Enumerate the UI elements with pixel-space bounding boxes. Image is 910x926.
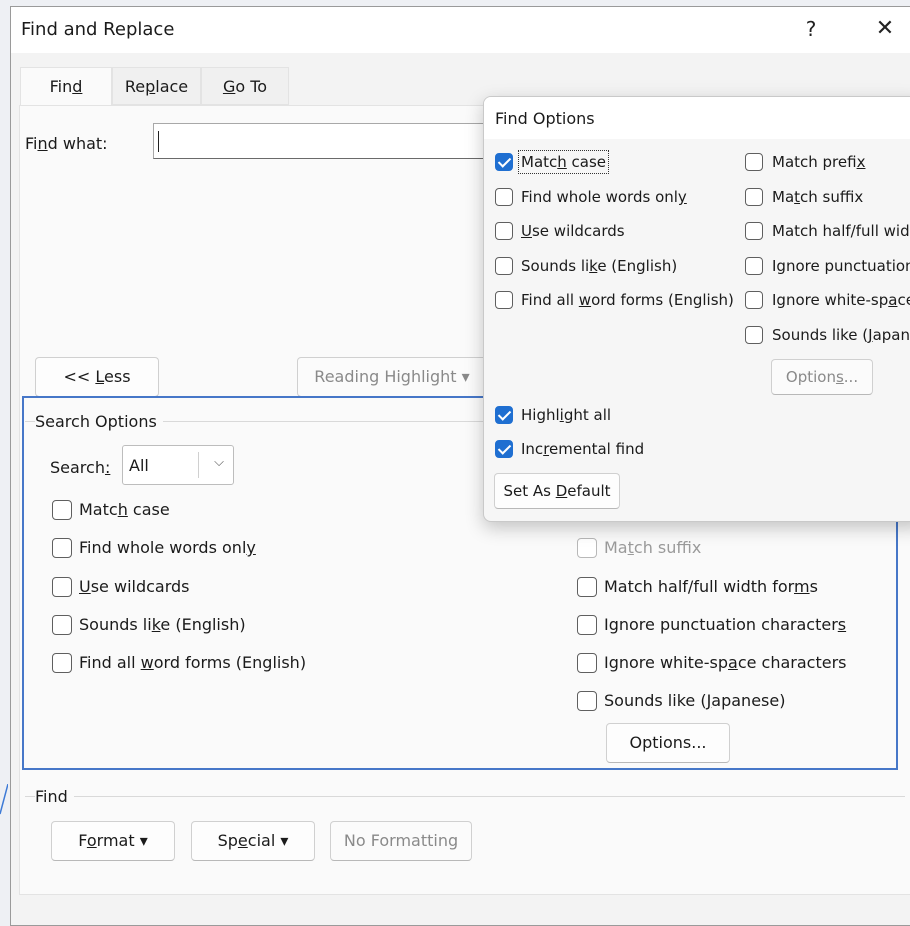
tab-goto[interactable]: Go To bbox=[201, 67, 289, 105]
edge-decoration bbox=[0, 784, 8, 815]
help-icon[interactable]: ? bbox=[789, 13, 833, 45]
tab-find[interactable]: Find bbox=[20, 67, 112, 105]
incremental-find-label: Incremental find bbox=[521, 440, 645, 458]
tab-replace[interactable]: Replace bbox=[112, 67, 201, 105]
popup-match-suffix-label: Match suffix bbox=[772, 188, 864, 206]
text-caret bbox=[158, 131, 159, 152]
popup-wildcards-label: Use wildcards bbox=[521, 222, 625, 240]
popup-options-button[interactable]: Options... bbox=[771, 359, 873, 395]
incremental-find-checkbox[interactable] bbox=[495, 440, 513, 458]
reading-highlight-button[interactable]: Reading Highlight ▾ bbox=[297, 357, 487, 397]
popup-ignore-whitespace-label: Ignore white-space c bbox=[772, 291, 910, 309]
popup-sounds-like-label: Sounds like (English) bbox=[521, 257, 678, 275]
close-icon[interactable]: ✕ bbox=[863, 13, 907, 45]
popup-match-case-checkbox[interactable] bbox=[495, 153, 513, 171]
popup-title: Find Options bbox=[495, 109, 595, 128]
find-options-popup: Find Options Match case Find whole words… bbox=[483, 96, 910, 522]
find-what-input[interactable] bbox=[153, 123, 493, 159]
title-bar: Find and Replace ? ✕ bbox=[11, 7, 910, 53]
popup-wildcards-checkbox[interactable] bbox=[495, 222, 513, 240]
popup-whole-words-checkbox[interactable] bbox=[495, 188, 513, 206]
popup-half-full-width-label: Match half/full widtl bbox=[772, 222, 910, 240]
popup-half-full-width-checkbox[interactable] bbox=[745, 222, 763, 240]
window-title: Find and Replace bbox=[21, 19, 175, 40]
set-as-default-button[interactable]: Set As Default bbox=[494, 473, 620, 509]
popup-ignore-punctuation-checkbox[interactable] bbox=[745, 257, 763, 275]
popup-title-bar: Find Options bbox=[484, 97, 910, 139]
popup-word-forms-label: Find all word forms (English) bbox=[521, 291, 734, 309]
highlight-all-label: Highlight all bbox=[521, 406, 612, 424]
popup-sounds-like-checkbox[interactable] bbox=[495, 257, 513, 275]
popup-match-case-label: Match case bbox=[517, 150, 610, 174]
popup-match-prefix-label: Match prefix bbox=[772, 153, 866, 171]
less-button[interactable]: << Less bbox=[35, 357, 159, 397]
find-what-label: Find what: bbox=[25, 134, 108, 153]
popup-ignore-punctuation-label: Ignore punctuation bbox=[772, 257, 910, 275]
popup-sounds-like-japanese-label: Sounds like (Japanes bbox=[772, 326, 910, 344]
special-button[interactable]: Special ▾ bbox=[191, 821, 315, 861]
popup-ignore-whitespace-checkbox[interactable] bbox=[745, 291, 763, 309]
popup-word-forms-checkbox[interactable] bbox=[495, 291, 513, 309]
format-button[interactable]: Format ▾ bbox=[51, 821, 175, 861]
popup-sounds-like-japanese-checkbox[interactable] bbox=[745, 326, 763, 344]
popup-match-prefix-checkbox[interactable] bbox=[745, 153, 763, 171]
find-group-label: Find bbox=[35, 787, 74, 806]
no-formatting-button[interactable]: No Formatting bbox=[330, 821, 472, 861]
highlight-all-checkbox[interactable] bbox=[495, 406, 513, 424]
popup-whole-words-label: Find whole words only bbox=[521, 188, 687, 206]
popup-match-suffix-checkbox[interactable] bbox=[745, 188, 763, 206]
find-group-divider bbox=[25, 796, 905, 797]
